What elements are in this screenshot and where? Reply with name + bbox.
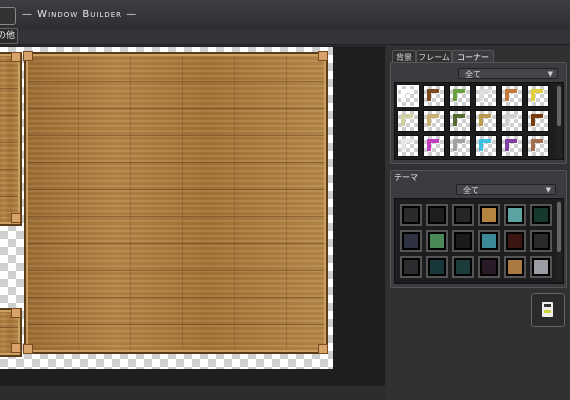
corner-ornament-icon: [453, 89, 465, 101]
theme-thumbnail[interactable]: [452, 256, 474, 278]
corner-ornament-icon: [479, 139, 491, 151]
theme-panel-title: テーマ: [394, 173, 418, 182]
window-title: — Window Builder —: [22, 9, 138, 20]
theme-thumbnail[interactable]: [478, 230, 500, 252]
corner-ornament: [11, 213, 21, 223]
corner-thumbnail[interactable]: [449, 110, 471, 132]
corner-filter-select[interactable]: 全て ▼: [458, 68, 558, 79]
corner-ornament: [23, 51, 33, 61]
corner-thumbnail[interactable]: [397, 110, 419, 132]
corner-thumbnail[interactable]: [397, 85, 419, 107]
theme-filter-select[interactable]: 全て ▼: [456, 184, 556, 195]
corner-thumbnail[interactable]: [423, 85, 445, 107]
corner-filter-value: 全て: [465, 70, 481, 79]
save-button[interactable]: [531, 293, 565, 327]
theme-thumbnail[interactable]: [400, 204, 422, 226]
corner-ornament-icon: [479, 114, 491, 126]
corner-thumbnail[interactable]: [475, 135, 497, 157]
corner-thumbnail[interactable]: [527, 135, 549, 157]
theme-thumbnail[interactable]: [530, 204, 552, 226]
corner-thumbnail[interactable]: [397, 135, 419, 157]
corner-thumbnail[interactable]: [449, 85, 471, 107]
theme-filter-value: 全て: [463, 186, 479, 195]
corner-thumbnail[interactable]: [449, 135, 471, 157]
corner-thumbnail[interactable]: [501, 85, 523, 107]
corner-ornament-icon: [531, 139, 543, 151]
corner-thumbnail[interactable]: [501, 110, 523, 132]
window-preview-left: [0, 52, 22, 226]
corner-thumbnail[interactable]: [501, 135, 523, 157]
corner-ornament-icon: [427, 89, 439, 101]
corner-ornament-icon: [479, 89, 491, 101]
theme-thumbnail[interactable]: [530, 256, 552, 278]
corner-ornament: [11, 343, 21, 353]
chevron-down-icon: ▼: [547, 70, 553, 78]
corner-ornament-icon: [427, 114, 439, 126]
corner-ornament-icon: [531, 114, 543, 126]
theme-thumbnail[interactable]: [478, 204, 500, 226]
corner-ornament-icon: [401, 89, 413, 101]
theme-thumbnail[interactable]: [426, 256, 448, 278]
corner-ornament: [11, 52, 21, 62]
theme-thumbnail[interactable]: [504, 230, 526, 252]
tool-button[interactable]: の他: [0, 28, 18, 44]
theme-thumbnail[interactable]: [452, 204, 474, 226]
save-icon: [542, 302, 553, 317]
corner-thumbnail[interactable]: [423, 135, 445, 157]
chevron-down-icon: ▼: [545, 186, 551, 194]
window-preview[interactable]: [24, 52, 328, 354]
theme-thumbnail[interactable]: [452, 230, 474, 252]
corner-ornament-icon: [505, 139, 517, 151]
corner-ornament-icon: [427, 139, 439, 151]
corner-ornament: [318, 344, 328, 354]
theme-thumbnail[interactable]: [530, 230, 552, 252]
theme-thumbnail[interactable]: [504, 256, 526, 278]
corner-ornament-icon: [453, 114, 465, 126]
title-bar: — Window Builder —: [0, 0, 570, 31]
corner-ornament-icon: [401, 139, 413, 151]
corner-ornament: [11, 308, 21, 318]
theme-scrollbar[interactable]: [556, 200, 562, 282]
corner-ornament-icon: [401, 114, 413, 126]
theme-thumbnail[interactable]: [426, 204, 448, 226]
corner-ornament-icon: [453, 139, 465, 151]
theme-thumbnail[interactable]: [400, 230, 422, 252]
corner-thumbnail[interactable]: [475, 110, 497, 132]
corner-scrollbar[interactable]: [556, 84, 562, 158]
theme-thumbnail[interactable]: [504, 204, 526, 226]
corner-thumbnail[interactable]: [527, 85, 549, 107]
menu-button[interactable]: [0, 7, 16, 25]
corner-ornament: [23, 344, 33, 354]
corner-ornament-icon: [505, 114, 517, 126]
theme-thumbnail[interactable]: [478, 256, 500, 278]
corner-thumbnail[interactable]: [475, 85, 497, 107]
corner-ornament-icon: [505, 89, 517, 101]
toolbar: [0, 30, 570, 45]
corner-thumbnail[interactable]: [527, 110, 549, 132]
theme-thumbnail[interactable]: [426, 230, 448, 252]
corner-thumbnail[interactable]: [423, 110, 445, 132]
corner-ornament-icon: [531, 89, 543, 101]
theme-thumbnail[interactable]: [400, 256, 422, 278]
corner-ornament: [318, 51, 328, 61]
